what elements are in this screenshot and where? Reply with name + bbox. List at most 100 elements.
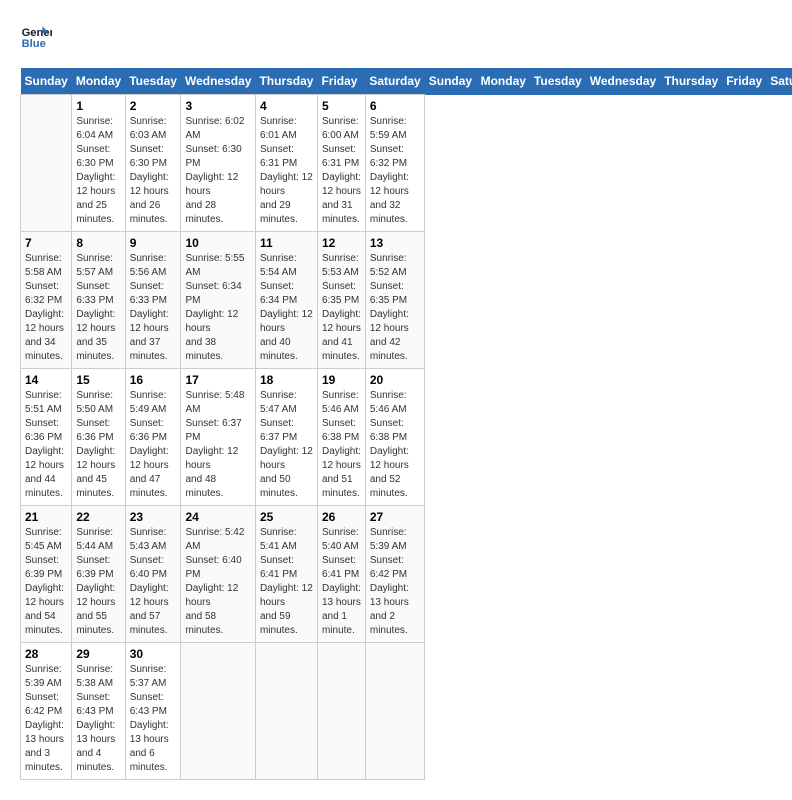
calendar-cell: 5Sunrise: 6:00 AM Sunset: 6:31 PM Daylig… — [317, 95, 365, 232]
day-number: 20 — [370, 373, 420, 387]
calendar-cell: 22 Sunrise: 5:44 AM Sunset: 6:39 PM Dayli… — [72, 506, 125, 643]
calendar-cell: 29 Sunrise: 5:38 AM Sunset: 6:43 PM Dayli… — [72, 643, 125, 780]
calendar-cell — [255, 643, 317, 780]
day-number: 6 — [370, 99, 420, 113]
calendar-cell: 14Sunrise: 5:51 AM Sunset: 6:36 PM Dayli… — [21, 369, 72, 506]
weekday-header: Sunday — [425, 68, 477, 95]
page-header: General Blue — [20, 20, 772, 52]
day-number: 29 — [76, 647, 120, 661]
calendar-cell — [365, 643, 424, 780]
calendar-cell: 18 Sunrise: 5:47 AM Sunset: 6:37 PM Dayli… — [255, 369, 317, 506]
weekday-header: Tuesday — [530, 68, 586, 95]
day-info: Sunrise: 6:02 AM Sunset: 6:30 PM Dayligh… — [185, 115, 250, 227]
day-number: 3 — [185, 99, 250, 113]
day-info: Sunrise: 5:55 AM Sunset: 6:34 PM Dayligh… — [185, 252, 250, 364]
calendar-week-row: 21 Sunrise: 5:45 AM Sunset: 6:39 PM Dayli… — [21, 506, 792, 643]
day-number: 21 — [25, 510, 67, 524]
calendar-cell: 3 Sunrise: 6:02 AM Sunset: 6:30 PM Daylig… — [181, 95, 255, 232]
calendar-cell: 4Sunrise: 6:01 AM Sunset: 6:31 PM Daylig… — [255, 95, 317, 232]
day-info: Sunrise: 5:49 AM Sunset: 6:36 PM Dayligh… — [130, 389, 177, 501]
logo-icon: General Blue — [20, 20, 52, 52]
calendar-cell: 16 Sunrise: 5:49 AM Sunset: 6:36 PM Dayli… — [125, 369, 181, 506]
day-number: 1 — [76, 99, 120, 113]
weekday-header: Friday — [722, 68, 766, 95]
calendar-cell — [21, 95, 72, 232]
day-info: Sunrise: 5:46 AM Sunset: 6:38 PM Dayligh… — [370, 389, 420, 501]
weekday-header: Thursday — [255, 68, 317, 95]
day-number: 13 — [370, 236, 420, 250]
day-number: 11 — [260, 236, 313, 250]
day-number: 12 — [322, 236, 361, 250]
day-number: 8 — [76, 236, 120, 250]
day-number: 19 — [322, 373, 361, 387]
day-number: 28 — [25, 647, 67, 661]
calendar-cell: 1 Sunrise: 6:04 AM Sunset: 6:30 PM Daylig… — [72, 95, 125, 232]
calendar-cell: 2 Sunrise: 6:03 AM Sunset: 6:30 PM Daylig… — [125, 95, 181, 232]
day-number: 16 — [130, 373, 177, 387]
day-info: Sunrise: 5:41 AM Sunset: 6:41 PM Dayligh… — [260, 526, 313, 638]
day-number: 2 — [130, 99, 177, 113]
calendar-cell: 11 Sunrise: 5:54 AM Sunset: 6:34 PM Dayli… — [255, 232, 317, 369]
calendar-cell: 26Sunrise: 5:40 AM Sunset: 6:41 PM Dayli… — [317, 506, 365, 643]
day-number: 9 — [130, 236, 177, 250]
day-number: 27 — [370, 510, 420, 524]
day-info: Sunrise: 5:48 AM Sunset: 6:37 PM Dayligh… — [185, 389, 250, 501]
day-info: Sunrise: 6:03 AM Sunset: 6:30 PM Dayligh… — [130, 115, 177, 227]
calendar-cell — [181, 643, 255, 780]
day-info: Sunrise: 5:54 AM Sunset: 6:34 PM Dayligh… — [260, 252, 313, 364]
calendar-week-row: 1 Sunrise: 6:04 AM Sunset: 6:30 PM Daylig… — [21, 95, 792, 232]
day-number: 10 — [185, 236, 250, 250]
day-info: Sunrise: 5:47 AM Sunset: 6:37 PM Dayligh… — [260, 389, 313, 501]
logo: General Blue — [20, 20, 56, 52]
calendar-cell: 21 Sunrise: 5:45 AM Sunset: 6:39 PM Dayli… — [21, 506, 72, 643]
day-info: Sunrise: 5:53 AM Sunset: 6:35 PM Dayligh… — [322, 252, 361, 364]
weekday-header: Wednesday — [586, 68, 660, 95]
day-info: Sunrise: 5:45 AM Sunset: 6:39 PM Dayligh… — [25, 526, 67, 638]
weekday-header: Saturday — [365, 68, 424, 95]
weekday-header: Monday — [72, 68, 125, 95]
weekday-header: Friday — [317, 68, 365, 95]
calendar-cell: 19 Sunrise: 5:46 AM Sunset: 6:38 PM Dayli… — [317, 369, 365, 506]
calendar-cell — [317, 643, 365, 780]
calendar-cell: 13 Sunrise: 5:52 AM Sunset: 6:35 PM Dayli… — [365, 232, 424, 369]
day-info: Sunrise: 5:51 AM Sunset: 6:36 PM Dayligh… — [25, 389, 67, 501]
calendar-cell: 7 Sunrise: 5:58 AM Sunset: 6:32 PM Daylig… — [21, 232, 72, 369]
svg-text:Blue: Blue — [22, 38, 46, 50]
calendar-cell: 27 Sunrise: 5:39 AM Sunset: 6:42 PM Dayli… — [365, 506, 424, 643]
day-info: Sunrise: 5:58 AM Sunset: 6:32 PM Dayligh… — [25, 252, 67, 364]
day-number: 18 — [260, 373, 313, 387]
weekday-header: Saturday — [766, 68, 792, 95]
day-number: 30 — [130, 647, 177, 661]
day-number: 5 — [322, 99, 361, 113]
weekday-header: Monday — [477, 68, 530, 95]
calendar-cell: 10 Sunrise: 5:55 AM Sunset: 6:34 PM Dayli… — [181, 232, 255, 369]
day-info: Sunrise: 5:42 AM Sunset: 6:40 PM Dayligh… — [185, 526, 250, 638]
day-info: Sunrise: 6:04 AM Sunset: 6:30 PM Dayligh… — [76, 115, 120, 227]
weekday-header: Tuesday — [125, 68, 181, 95]
day-info: Sunrise: 5:46 AM Sunset: 6:38 PM Dayligh… — [322, 389, 361, 501]
calendar-cell: 8Sunrise: 5:57 AM Sunset: 6:33 PM Daylig… — [72, 232, 125, 369]
header-row: SundayMondayTuesdayWednesdayThursdayFrid… — [21, 68, 792, 95]
day-info: Sunrise: 5:44 AM Sunset: 6:39 PM Dayligh… — [76, 526, 120, 638]
calendar-cell: 24 Sunrise: 5:42 AM Sunset: 6:40 PM Dayli… — [181, 506, 255, 643]
calendar-week-row: 7 Sunrise: 5:58 AM Sunset: 6:32 PM Daylig… — [21, 232, 792, 369]
calendar-cell: 30Sunrise: 5:37 AM Sunset: 6:43 PM Dayli… — [125, 643, 181, 780]
day-info: Sunrise: 5:40 AM Sunset: 6:41 PM Dayligh… — [322, 526, 361, 638]
day-number: 7 — [25, 236, 67, 250]
day-number: 22 — [76, 510, 120, 524]
day-number: 25 — [260, 510, 313, 524]
calendar-cell: 17Sunrise: 5:48 AM Sunset: 6:37 PM Dayli… — [181, 369, 255, 506]
day-info: Sunrise: 5:52 AM Sunset: 6:35 PM Dayligh… — [370, 252, 420, 364]
weekday-header: Thursday — [660, 68, 722, 95]
weekday-header: Wednesday — [181, 68, 255, 95]
calendar-week-row: 14Sunrise: 5:51 AM Sunset: 6:36 PM Dayli… — [21, 369, 792, 506]
day-info: Sunrise: 5:43 AM Sunset: 6:40 PM Dayligh… — [130, 526, 177, 638]
calendar-cell: 6 Sunrise: 5:59 AM Sunset: 6:32 PM Daylig… — [365, 95, 424, 232]
calendar-cell: 25 Sunrise: 5:41 AM Sunset: 6:41 PM Dayli… — [255, 506, 317, 643]
day-info: Sunrise: 5:39 AM Sunset: 6:42 PM Dayligh… — [25, 663, 67, 775]
day-info: Sunrise: 5:38 AM Sunset: 6:43 PM Dayligh… — [76, 663, 120, 775]
day-info: Sunrise: 5:59 AM Sunset: 6:32 PM Dayligh… — [370, 115, 420, 227]
day-info: Sunrise: 5:39 AM Sunset: 6:42 PM Dayligh… — [370, 526, 420, 638]
calendar-cell: 9Sunrise: 5:56 AM Sunset: 6:33 PM Daylig… — [125, 232, 181, 369]
day-number: 24 — [185, 510, 250, 524]
